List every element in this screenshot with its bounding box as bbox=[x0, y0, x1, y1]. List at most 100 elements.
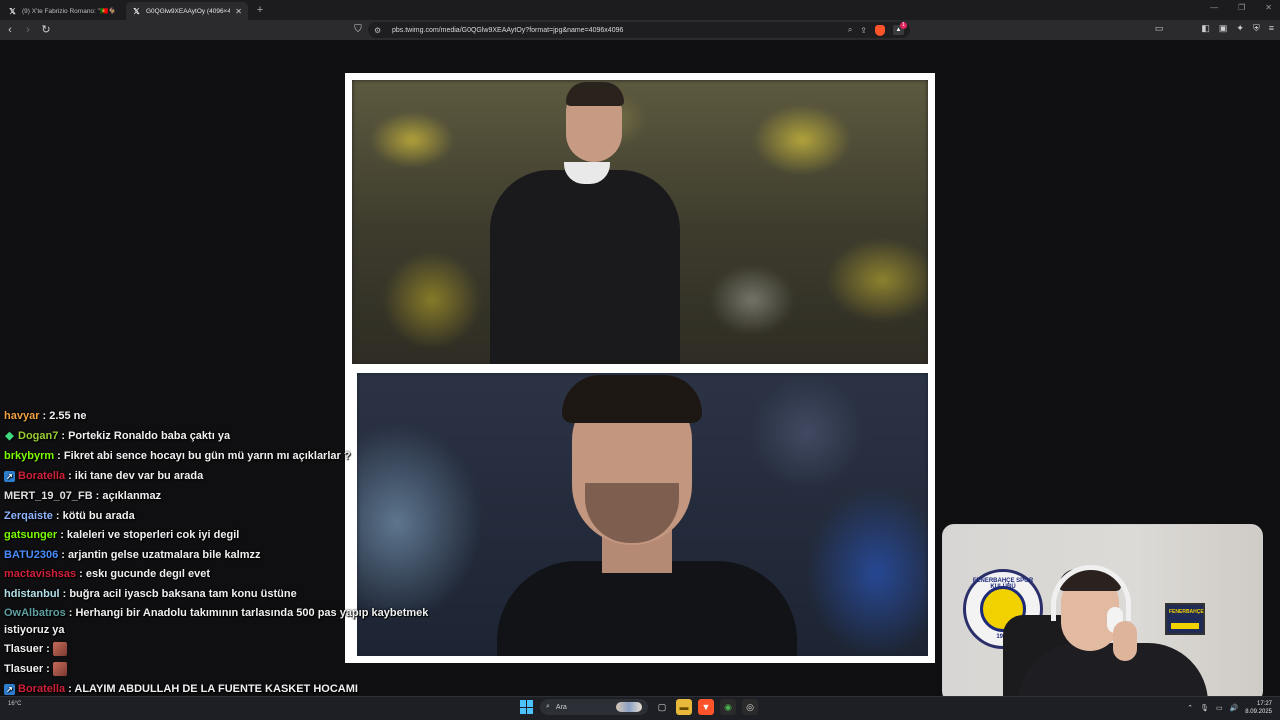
brave-rewards-icon[interactable]: ▲ 1 bbox=[893, 22, 907, 35]
clock[interactable]: 17:27 8.09.2025 bbox=[1245, 700, 1272, 716]
taskbar-apps: ⌕ Ara ▢ ▬ ▼ ◉ ◎ bbox=[520, 699, 758, 715]
chat-message: BATU2306: arjantin gelse uzatmalara bile… bbox=[4, 547, 261, 563]
network-icon[interactable]: ▭ bbox=[1216, 704, 1223, 712]
volume-icon[interactable]: 🔊 bbox=[1230, 704, 1239, 712]
wallet-icon[interactable]: ▣ bbox=[1219, 23, 1228, 34]
task-view-icon[interactable]: ▢ bbox=[654, 699, 670, 715]
displayed-image[interactable] bbox=[345, 73, 935, 663]
weather-widget[interactable]: 16°C bbox=[8, 700, 21, 708]
chat-emote-icon bbox=[52, 642, 67, 656]
chat-username[interactable]: MERT_19_07_FB bbox=[4, 490, 93, 502]
photo-coach-top bbox=[352, 80, 928, 364]
chat-username[interactable]: OwAlbatros bbox=[4, 607, 66, 619]
tray-chevron-icon[interactable]: ⌃ bbox=[1187, 704, 1193, 712]
chat-message: OwAlbatros: Herhangi bir Anadolu takımın… bbox=[4, 605, 428, 621]
new-tab-button[interactable]: + bbox=[252, 2, 268, 20]
bookmark-icon[interactable]: ⛉ bbox=[352, 23, 364, 37]
window-controls: — ❐ ✕ bbox=[1210, 3, 1272, 12]
tab-strip: 𝕏 (9) X'te Fabrizio Romano: "🇵🇹🐐 Unit 𝕏 … bbox=[0, 0, 1280, 20]
toolbar-actions: ▭ ◧ ▣ ✦ ⛨ ≡ bbox=[1155, 23, 1274, 34]
chat-text: : ALAYIM ABDULLAH DE LA FUENTE KASKET HO… bbox=[68, 683, 358, 695]
chat-message: brkybyrm: Fikret abi sence hocayı bu gün… bbox=[4, 448, 351, 464]
brave-shields-icon[interactable] bbox=[875, 24, 885, 36]
clock-time: 17:27 bbox=[1256, 701, 1272, 707]
chat-text: : bbox=[46, 663, 50, 675]
rewards-badge: 1 bbox=[900, 22, 907, 29]
clock-date: 8.09.2025 bbox=[1245, 709, 1272, 715]
forward-icon[interactable]: › bbox=[20, 22, 36, 38]
restore-icon[interactable]: ❐ bbox=[1238, 3, 1245, 12]
tab-title: G0QGlw9XEAAytOy (4096×4096) bbox=[146, 7, 231, 15]
share-icon[interactable]: ⇪ bbox=[860, 26, 867, 35]
search-icon: ⌕ bbox=[546, 703, 550, 710]
reload-icon[interactable]: ↻ bbox=[38, 22, 54, 38]
search-placeholder: Ara bbox=[555, 703, 567, 711]
brave-taskbar-icon[interactable]: ▼ bbox=[698, 699, 714, 715]
zoom-icon[interactable]: ⌕ bbox=[848, 25, 852, 35]
browser-toolbar: ‹ › ↻ ⛉ ⚙ pbs.twimg.com/media/G0QGlw9XEA… bbox=[0, 20, 1280, 40]
minimize-icon[interactable]: — bbox=[1210, 3, 1218, 12]
wall-frame: FENERBAHÇE bbox=[1165, 603, 1205, 635]
chat-username[interactable]: gatsunger bbox=[4, 529, 57, 541]
chat-message: ↗ Boratella: iki tane dev var bu arada bbox=[4, 468, 203, 484]
chat-text: : açıklanmaz bbox=[95, 490, 162, 502]
back-icon[interactable]: ‹ bbox=[2, 22, 18, 38]
chat-text: : eskı gucunde degıl evet bbox=[79, 568, 210, 580]
cast-icon[interactable]: ▭ bbox=[1155, 23, 1164, 34]
chat-message: gatsunger: kaleleri ve stoperleri cok iy… bbox=[4, 527, 239, 543]
tab-fabrizio[interactable]: 𝕏 (9) X'te Fabrizio Romano: "🇵🇹🐐 Unit bbox=[2, 2, 124, 20]
site-settings-icon[interactable]: ⚙ bbox=[374, 26, 386, 35]
chat-message: hdistanbul: buğra acil iyascb baksana ta… bbox=[4, 586, 297, 602]
url-text[interactable]: pbs.twimg.com/media/G0QGlw9XEAAytOy?form… bbox=[392, 27, 623, 34]
chat-text: : iki tane dev var bu arada bbox=[68, 470, 204, 482]
chat-text: : bbox=[46, 643, 50, 655]
photo-coach-bottom bbox=[357, 373, 928, 656]
chat-username[interactable]: Zerqaiste bbox=[4, 510, 53, 522]
chat-message: Zerqaiste: kötü bu arada bbox=[4, 508, 135, 524]
chat-username[interactable]: Tlasuer bbox=[4, 643, 43, 655]
weather-temp: 16°C bbox=[8, 701, 22, 707]
leo-icon[interactable]: ✦ bbox=[1236, 23, 1244, 34]
chat-text: : arjantin gelse uzatmalara bile kalmzz bbox=[61, 549, 261, 561]
gem-badge-icon: ◆ bbox=[5, 429, 14, 442]
chat-username[interactable]: brkybyrm bbox=[4, 450, 54, 462]
close-window-icon[interactable]: ✕ bbox=[1265, 3, 1272, 12]
chat-username[interactable]: Boratella bbox=[18, 470, 65, 482]
chat-username[interactable]: hdistanbul bbox=[4, 588, 60, 600]
chat-message: MERT_19_07_FB: açıklanmaz bbox=[4, 488, 161, 504]
chat-message: havyar: 2.55 ne bbox=[4, 408, 87, 424]
chat-message: istiyoruz ya bbox=[4, 622, 65, 638]
chat-text: : Herhangi bir Anadolu takımının tarlası… bbox=[68, 607, 429, 619]
chat-text: istiyoruz ya bbox=[4, 624, 65, 636]
prime-badge-icon: ↗ bbox=[4, 470, 15, 482]
system-tray: ⌃ 🎙 ▭ 🔊 17:27 8.09.2025 bbox=[1187, 700, 1272, 716]
obs-taskbar-icon[interactable]: ◎ bbox=[742, 699, 758, 715]
chat-message: Tlasuer: bbox=[4, 661, 67, 677]
taskbar-search[interactable]: ⌕ Ara bbox=[540, 699, 648, 715]
prime-badge-icon: ↗ bbox=[4, 683, 15, 695]
chat-message: mactavishsas: eskı gucunde degıl evet bbox=[4, 566, 210, 582]
vpn-icon[interactable]: ⛨ bbox=[1253, 23, 1260, 34]
chrome-taskbar-icon[interactable]: ◉ bbox=[720, 699, 736, 715]
file-explorer-icon[interactable]: ▬ bbox=[676, 699, 692, 715]
sidebar-icon[interactable]: ◧ bbox=[1201, 23, 1210, 34]
tab-image[interactable]: 𝕏 G0QGlw9XEAAytOy (4096×4096) ✕ bbox=[126, 2, 248, 20]
chat-username[interactable]: havyar bbox=[4, 410, 39, 422]
webcam-overlay: FENERBAHÇE SPOR KULÜBÜ 1907 FENERBAHÇE bbox=[942, 524, 1263, 703]
chat-username[interactable]: BATU2306 bbox=[4, 549, 58, 561]
address-bar[interactable]: ⚙ pbs.twimg.com/media/G0QGlw9XEAAytOy?fo… bbox=[368, 22, 910, 38]
microphone-icon[interactable]: 🎙 bbox=[1200, 704, 1209, 712]
chat-text: : kaleleri ve stoperleri cok iyi degil bbox=[60, 529, 240, 541]
search-highlight-image bbox=[616, 702, 642, 712]
menu-icon[interactable]: ≡ bbox=[1269, 23, 1274, 34]
close-tab-icon[interactable]: ✕ bbox=[235, 7, 242, 16]
x-logo-icon: 𝕏 bbox=[133, 6, 140, 16]
chat-username[interactable]: mactavishsas bbox=[4, 568, 76, 580]
chat-username[interactable]: Dogan7 bbox=[18, 430, 58, 442]
chat-text: : 2.55 ne bbox=[42, 410, 87, 422]
chat-username[interactable]: Boratella bbox=[18, 683, 65, 695]
chat-message: ◆ Dogan7: Portekiz Ronaldo baba çaktı ya bbox=[4, 428, 230, 444]
screen: 𝕏 (9) X'te Fabrizio Romano: "🇵🇹🐐 Unit 𝕏 … bbox=[0, 0, 1280, 720]
chat-username[interactable]: Tlasuer bbox=[4, 663, 43, 675]
start-icon[interactable] bbox=[520, 700, 534, 714]
